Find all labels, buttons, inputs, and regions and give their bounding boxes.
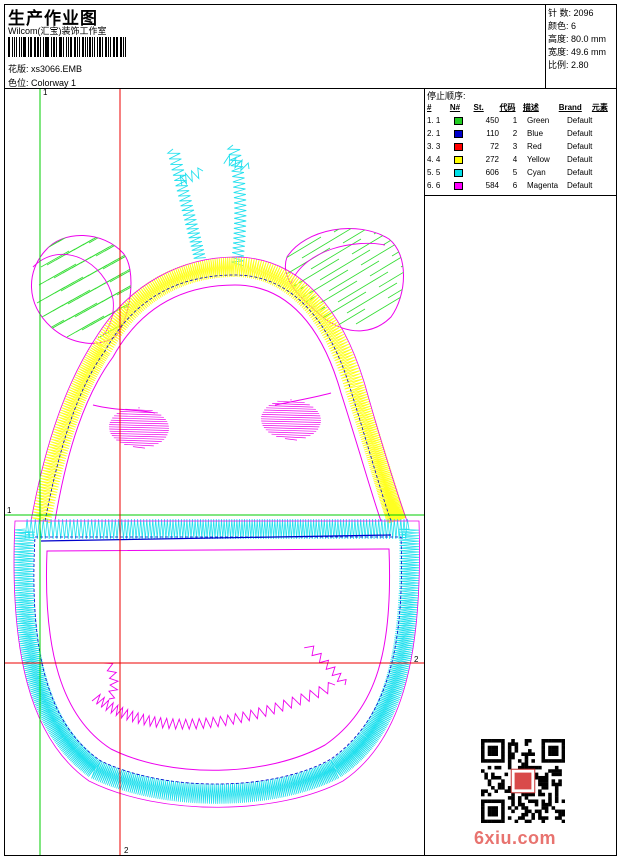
thread-row: 3. 3 72 3 Red Default xyxy=(427,140,617,153)
row-stitches: 450 xyxy=(485,116,499,125)
guide-label-green-top: 1 xyxy=(43,89,48,97)
muzzle-inner-outline xyxy=(46,548,391,771)
watermark-logo: 6xiu.com xyxy=(474,828,557,848)
right-ear-inner-line xyxy=(290,242,386,284)
antenna-left xyxy=(166,148,206,259)
thread-stop-table: 停止顺序: # N# St. 代码 描述 Brand 元素 1. 1 450 1 Gr… xyxy=(427,89,617,192)
head-running-stitch xyxy=(44,274,392,522)
pattern-file: 花版: xs3066.EMB xyxy=(8,64,83,74)
row-stitches: 584 xyxy=(485,181,499,190)
thread-table-bottom-rule xyxy=(424,195,617,196)
col-stitches: St. xyxy=(473,103,484,112)
color-swatch xyxy=(454,129,463,138)
stitch-count: 针 数: 2096 xyxy=(548,8,594,18)
row-stitches: 110 xyxy=(486,129,499,138)
guide-label-red-bottom: 2 xyxy=(124,846,129,855)
row-code: 3 xyxy=(512,142,518,151)
color-swatch xyxy=(454,142,463,151)
barcode xyxy=(8,37,128,57)
row-code: 6 xyxy=(512,181,518,190)
row-number: 4. 4 xyxy=(427,155,441,164)
col-brand: Brand xyxy=(558,103,582,112)
row-description: Magenta xyxy=(527,181,559,190)
guide-label-green-left: 1 xyxy=(7,506,12,515)
row-brand: Default xyxy=(567,142,593,151)
row-code: 2 xyxy=(512,129,518,138)
antenna-right xyxy=(226,144,247,267)
color-swatch xyxy=(454,155,463,164)
row-description: Yellow xyxy=(527,155,550,164)
row-stitches: 272 xyxy=(485,155,499,164)
row-number: 1. 1 xyxy=(427,116,441,125)
left-ear-inner-line xyxy=(32,253,114,336)
color-swatch xyxy=(454,116,463,125)
qr-code xyxy=(481,739,565,823)
thread-row: 5. 5 606 5 Cyan Default xyxy=(427,166,617,179)
thread-row: 2. 1 110 2 Blue Default xyxy=(427,127,617,140)
row-code: 4 xyxy=(512,155,518,164)
thread-row: 1. 1 450 1 Green Default xyxy=(427,114,617,127)
embroidery-canvas: 1 1 2 2 xyxy=(5,89,424,855)
color-swatch xyxy=(454,168,463,177)
right-eyebrow xyxy=(274,392,332,406)
design-scale: 比例: 2.80 xyxy=(548,60,589,70)
col-code: 代码 xyxy=(499,103,516,112)
color-count: 颜色: 6 xyxy=(548,21,577,31)
row-stitches: 606 xyxy=(485,168,499,177)
col-element: 元素 xyxy=(591,103,608,112)
design-height: 高度: 80.0 mm xyxy=(548,34,607,44)
muzzle-running-stitch xyxy=(33,536,402,785)
row-stitches: 72 xyxy=(490,142,499,151)
row-number: 2. 1 xyxy=(427,129,441,138)
thread-rows: 1. 1 450 1 Green Default 2. 1 110 2 Blue Default 3… xyxy=(427,114,617,192)
row-number: 5. 5 xyxy=(427,168,441,177)
row-description: Blue xyxy=(527,129,544,138)
thread-row: 4. 4 272 4 Yellow Default xyxy=(427,153,617,166)
row-description: Green xyxy=(527,116,550,125)
company-name: Wilcom(汇宝)装饰工作室 xyxy=(8,26,107,36)
guide-label-red-right: 2 xyxy=(414,655,419,664)
row-brand: Default xyxy=(567,116,593,125)
muzzle-satin-border xyxy=(13,518,420,804)
row-brand: Default xyxy=(567,129,593,138)
row-description: Cyan xyxy=(527,168,546,177)
head-satin-border xyxy=(31,256,407,524)
color-swatch xyxy=(454,181,463,190)
row-number: 3. 3 xyxy=(427,142,441,151)
stop-sequence-title: 停止顺序: xyxy=(427,91,466,101)
design-width: 宽度: 49.6 mm xyxy=(548,47,607,57)
row-brand: Default xyxy=(567,168,593,177)
left-eye-fill xyxy=(108,407,170,449)
stitch-layer xyxy=(13,144,420,808)
left-ear-fill xyxy=(32,235,131,339)
header-divider xyxy=(545,4,546,89)
row-number: 6. 6 xyxy=(427,181,441,190)
col-number: # xyxy=(427,103,432,112)
smile-right-cheek xyxy=(304,645,347,686)
thread-row: 6. 6 584 6 Magenta Default xyxy=(427,179,617,192)
row-code: 5 xyxy=(512,168,518,177)
row-brand: Default xyxy=(567,181,593,190)
thread-table-header: # N# St. 代码 描述 Brand 元素 xyxy=(427,101,617,114)
row-description: Red xyxy=(527,142,542,151)
right-ear-outline xyxy=(284,228,404,332)
row-code: 1 xyxy=(512,116,518,125)
smile-left-cheek xyxy=(103,662,120,700)
smile-satin xyxy=(91,681,336,731)
row-brand: Default xyxy=(567,155,593,164)
col-description: 描述 xyxy=(522,103,539,112)
head-inner-outline xyxy=(54,284,382,522)
right-eye-fill xyxy=(260,399,322,441)
panel-divider xyxy=(424,88,425,856)
antenna-left-branch xyxy=(179,167,204,186)
